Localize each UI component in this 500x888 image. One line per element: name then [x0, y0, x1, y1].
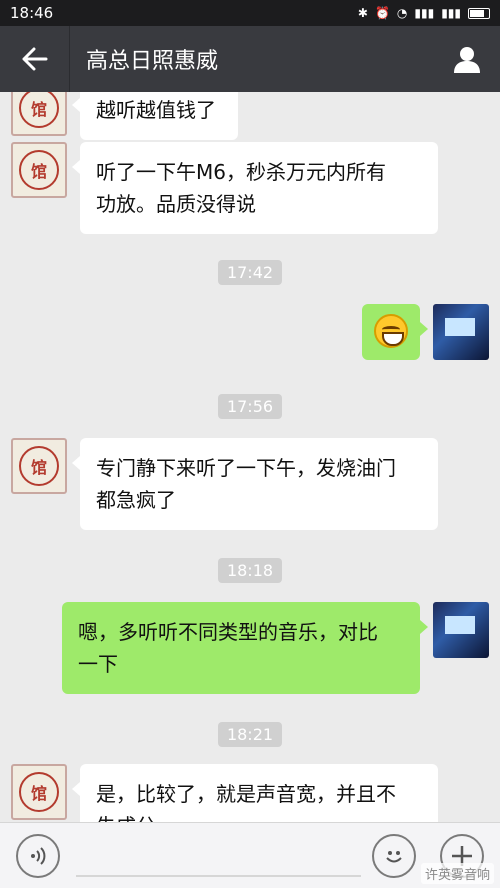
contact-avatar[interactable]: 馆: [11, 764, 67, 820]
input-bar: 许英雾音响: [0, 822, 500, 888]
screen-image: [445, 318, 475, 336]
arrow-left-icon: [22, 47, 47, 71]
contact-avatar[interactable]: 馆: [11, 438, 67, 494]
seal-logo: 馆: [19, 772, 59, 812]
timestamp: 18:21: [0, 722, 500, 747]
message-bubble[interactable]: 嗯，多听听不同类型的音乐，对比 一下: [62, 602, 428, 694]
timestamp: 17:56: [0, 394, 500, 419]
message-text: 越听越值钱了: [96, 98, 216, 122]
voice-icon: [31, 847, 46, 865]
voice-button[interactable]: [16, 834, 60, 878]
message-bubble[interactable]: 越听越值钱了: [72, 92, 238, 140]
screen-image: [445, 616, 475, 634]
seal-logo: 馆: [19, 150, 59, 190]
seal-logo: 馆: [19, 446, 59, 486]
message-text: 都急疯了: [96, 488, 176, 512]
emoji-button[interactable]: [372, 834, 416, 878]
signal-icon: ▮▮▮: [414, 6, 435, 20]
message-text: 功放。品质没得说: [96, 192, 256, 216]
contact-avatar[interactable]: 馆: [11, 142, 67, 198]
message-text: 嗯，多听听不同类型的音乐，对比: [78, 620, 378, 644]
message-text: 是，比较了，就是声音宽，并且不: [96, 782, 396, 806]
status-bar: 18:46 ✱ ⏰ ◔ ▮▮▮ ▮▮▮: [0, 0, 500, 26]
message-input[interactable]: [76, 875, 361, 877]
message-text: 专门静下来听了一下午，发烧油门: [96, 456, 396, 480]
message-bubble[interactable]: [362, 304, 428, 360]
watermark: 许英雾音响: [420, 863, 494, 884]
emoji-icon: [386, 851, 402, 863]
wifi-icon: ◔: [396, 6, 408, 20]
chat-header: 高总日照惠威: [0, 26, 500, 92]
bluetooth-icon: ✱: [357, 6, 368, 20]
back-button[interactable]: [0, 26, 70, 92]
message-text: 听了一下午M6，秒杀万元内所有: [96, 160, 386, 184]
message-text: 失成分: [96, 810, 422, 822]
contact-avatar[interactable]: 馆: [11, 92, 67, 136]
seal-logo: 馆: [19, 92, 59, 128]
message-list[interactable]: 馆 越听越值钱了 馆 听了一下午M6，秒杀万元内所有 功放。品质没得说 17:4…: [0, 92, 500, 822]
message-bubble[interactable]: 听了一下午M6，秒杀万元内所有 功放。品质没得说: [72, 142, 438, 234]
timestamp: 17:42: [0, 260, 500, 285]
status-icons: ✱ ⏰ ◔ ▮▮▮ ▮▮▮: [358, 6, 490, 20]
signal-icon: ▮▮▮: [441, 6, 461, 20]
my-avatar[interactable]: [433, 602, 489, 658]
timestamp: 18:18: [0, 558, 500, 583]
message-bubble[interactable]: 是，比较了，就是声音宽，并且不 失成分: [72, 764, 438, 822]
message-text: 一下: [78, 652, 118, 676]
grinning-face-icon: [374, 314, 408, 348]
battery-icon: [468, 7, 490, 19]
my-avatar[interactable]: [433, 304, 489, 360]
chat-title: 高总日照惠威: [86, 49, 219, 74]
status-time: 18:46: [10, 4, 54, 22]
chat-info-button[interactable]: [434, 26, 500, 92]
person-icon: [454, 47, 480, 73]
message-bubble[interactable]: 专门静下来听了一下午，发烧油门 都急疯了: [72, 438, 438, 530]
alarm-icon: ⏰: [374, 6, 390, 20]
